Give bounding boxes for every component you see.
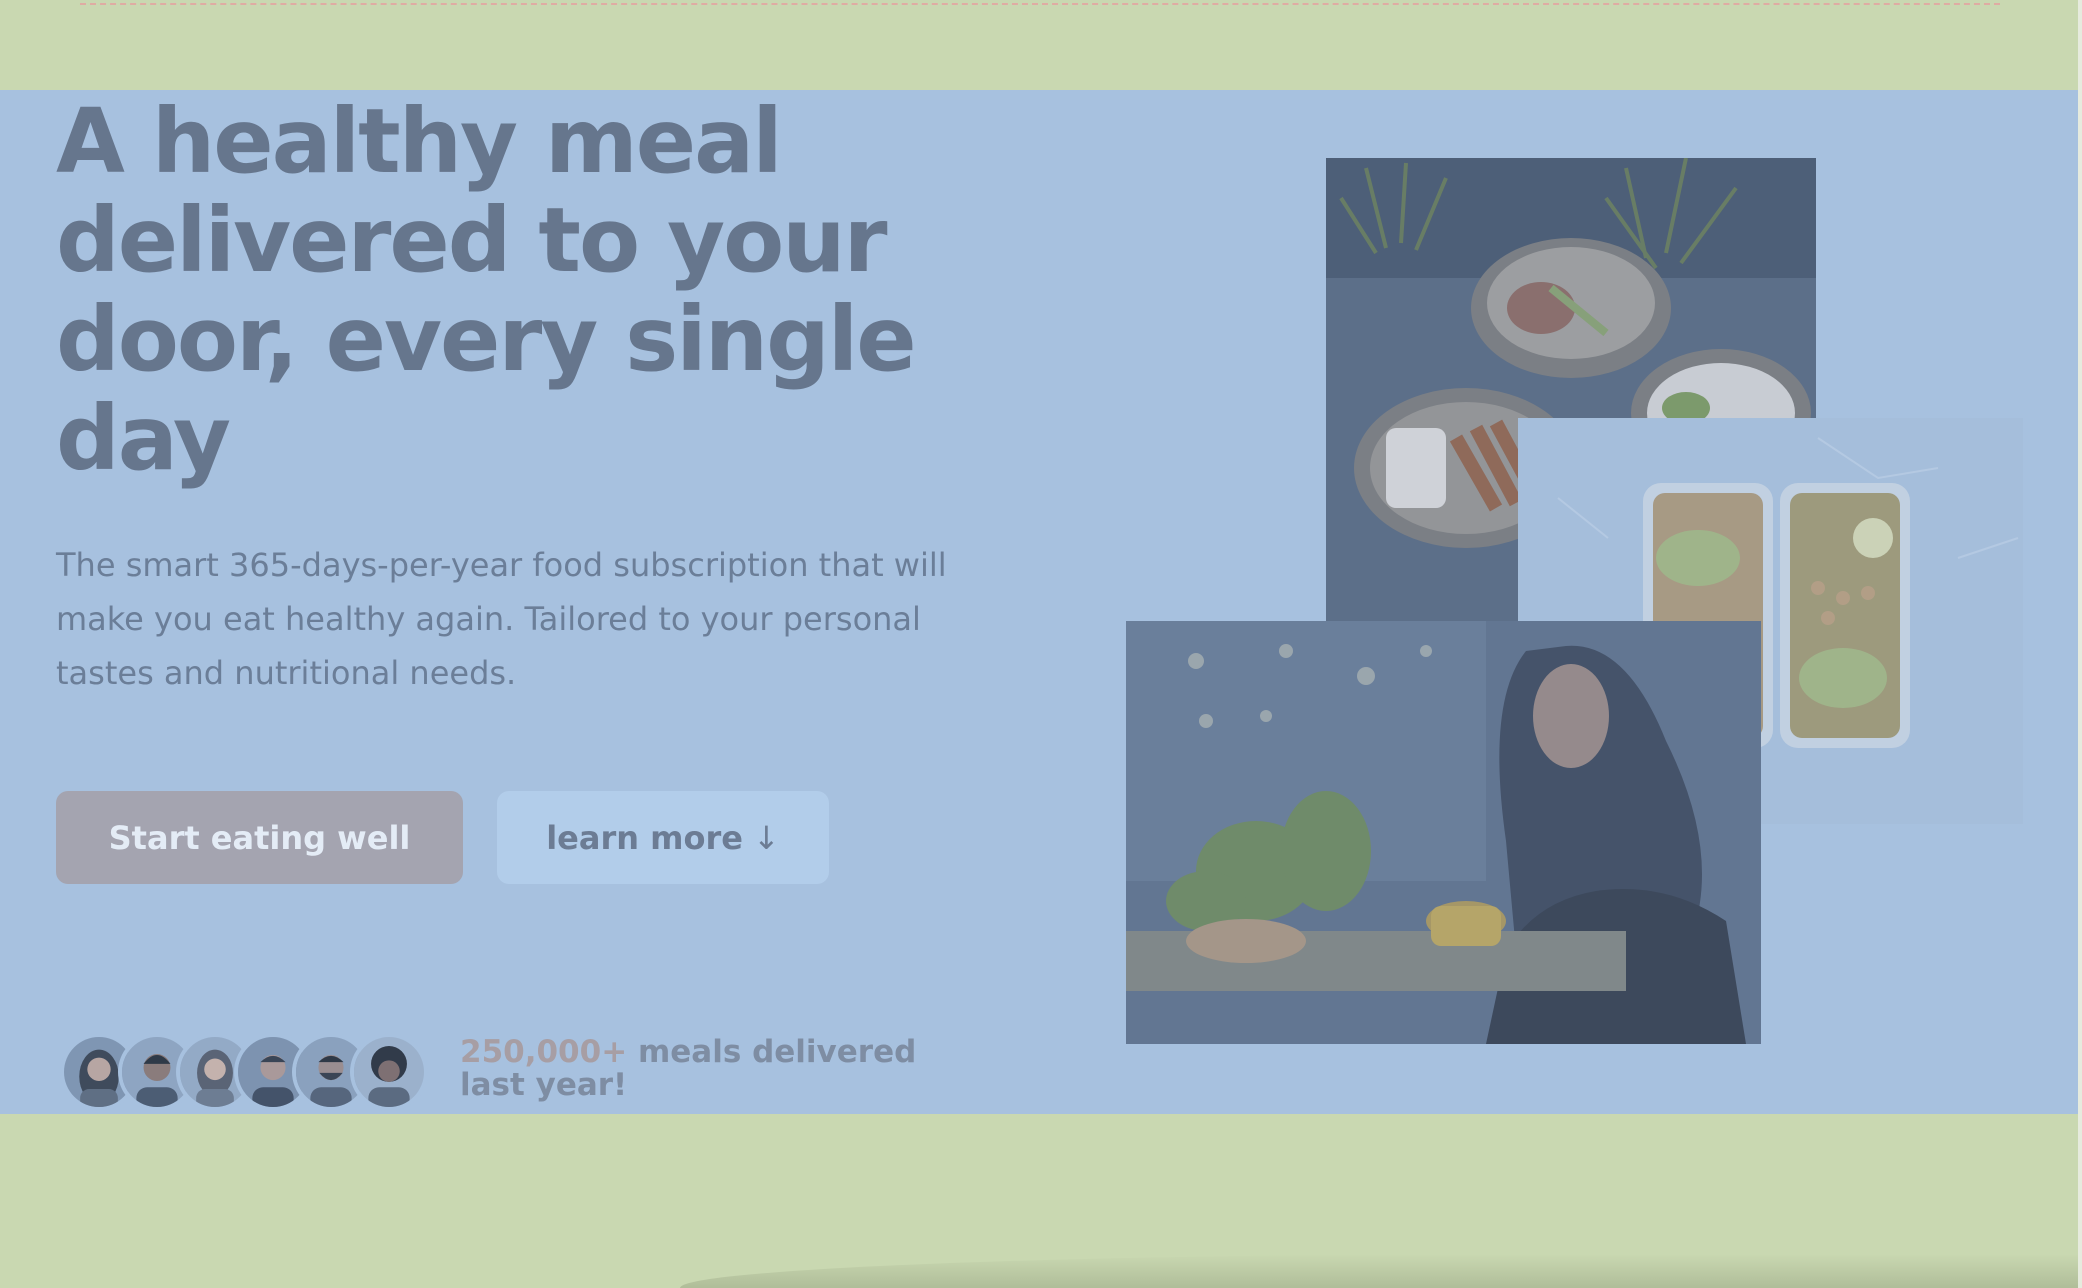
page: A healthy meal delivered to your door, e…	[0, 0, 2082, 1288]
top-band	[0, 0, 2082, 90]
hero-title: A healthy meal delivered to your door, e…	[56, 89, 917, 490]
hero-description: The smart 365-days-per-year food subscri…	[56, 546, 947, 692]
start-eating-well-label: Start eating well	[108, 818, 411, 857]
learn-more-button[interactable]: learn more ↓	[497, 791, 829, 884]
dashed-divider	[80, 0, 2000, 5]
right-edge	[2078, 0, 2082, 1288]
meals-delivered-count: 250,000+	[460, 1034, 628, 1070]
arrow-down-icon: ↓	[752, 818, 780, 857]
meals-delivered-stat: 250,000+ meals delivered last year!	[460, 1036, 980, 1102]
avatar	[350, 1033, 428, 1111]
woman-eating-photo	[1126, 621, 1761, 1044]
start-eating-well-button[interactable]: Start eating well	[56, 791, 463, 884]
customer-avatars	[60, 1033, 440, 1111]
learn-more-label: learn more	[546, 818, 743, 857]
bottom-band	[0, 1114, 2082, 1288]
